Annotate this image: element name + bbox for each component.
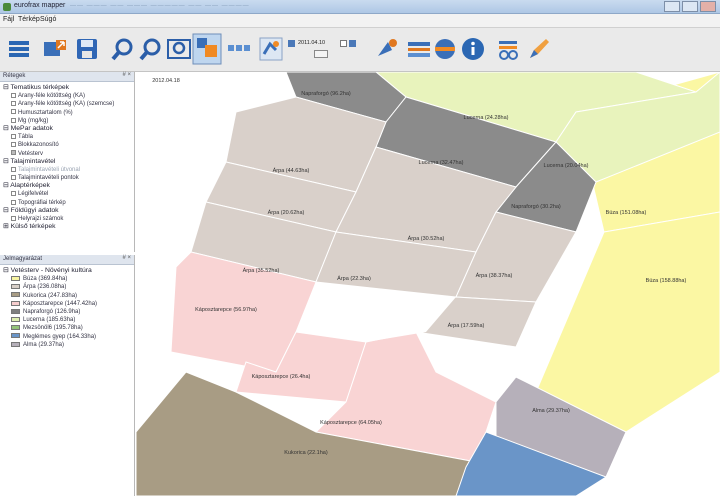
legend-item: Árpa (236.08ha) <box>3 283 132 291</box>
map-date-label: 2012.04.18 <box>152 78 180 84</box>
parcel-label: Napraforgó (96.2ha) <box>301 91 351 97</box>
layer-group-basemaps[interactable]: ⊟ Alaptérképek <box>3 182 132 190</box>
menu-bar: Fájl Térkép Súgó <box>0 14 720 28</box>
measure-icon[interactable] <box>496 36 522 62</box>
zoom-extent-icon[interactable] <box>166 36 192 62</box>
add-layer-icon[interactable] <box>42 36 68 62</box>
map-canvas[interactable]: 2012.04.18 Napraforgó (96.2ha) Lucerna (… <box>136 72 720 496</box>
edit-icon[interactable] <box>526 36 552 62</box>
hide-layer-icon[interactable] <box>432 36 458 62</box>
close-button[interactable] <box>700 1 716 12</box>
parcel-label: Alma (29.37ha) <box>532 408 570 414</box>
app-icon <box>3 3 11 11</box>
title-bar: eurofrax mapper —— ——— —— ——— ————— —— —… <box>0 0 720 14</box>
layer-item[interactable]: Blokkazonosító <box>3 141 132 149</box>
maximize-button[interactable] <box>682 1 698 12</box>
legend-item: Káposztarepce (1447.42ha) <box>3 300 132 308</box>
pan-icon[interactable] <box>258 36 284 62</box>
layer-item[interactable]: Helyrajzi számok <box>3 215 132 223</box>
layers-panel: Rétegek # × ⊟ Tematikus térképek Arany-f… <box>0 72 135 252</box>
layers-tree: ⊟ Tematikus térképek Arany-féle kötöttsé… <box>0 82 134 231</box>
layers-panel-title: Rétegek <box>3 73 26 79</box>
menu-help[interactable]: Súgó <box>40 16 56 23</box>
layer-group-external[interactable]: ⊞ Külső térképek <box>3 223 132 231</box>
layer-item[interactable]: Topográfiai térkép <box>3 199 132 207</box>
arrow-icon[interactable] <box>374 36 400 62</box>
calendar-icon <box>288 40 295 47</box>
legend-panel: Jelmagyarázat # × ⊟ Vetésterv - Növényi … <box>0 255 135 496</box>
legend-item: Búza (369.84ha) <box>3 275 132 283</box>
parcel-label: Lucerna (32.47ha) <box>419 160 464 166</box>
layer-group-mepar[interactable]: ⊟ MePar adatok <box>3 125 132 133</box>
legend-panel-header: Jelmagyarázat # × <box>0 255 134 265</box>
parcel-label: Lucerna (20.04ha) <box>544 163 589 169</box>
parcel-label: Káposztarepce (64.05ha) <box>320 420 382 426</box>
layer-item[interactable]: Légifelvétel <box>3 190 132 198</box>
parcel-label: Káposztarepce (26.4ha) <box>252 374 311 380</box>
minimize-button[interactable] <box>664 1 680 12</box>
parcel-label: Káposztarepce (56.97ha) <box>195 307 257 313</box>
date-value: 2011.04.10 <box>298 40 326 46</box>
legend-panel-close-button[interactable]: # × <box>122 255 131 261</box>
layer-item[interactable]: Arany-féle kötöttség (KA) <box>3 92 132 100</box>
legend-item: Lucerna (185.63ha) <box>3 316 132 324</box>
legend-item: Kukorica (247.83ha) <box>3 292 132 300</box>
grid-icon[interactable] <box>226 36 252 62</box>
legend-panel-title: Jelmagyarázat <box>3 256 43 262</box>
layer-group-thematic[interactable]: ⊟ Tematikus térképek <box>3 84 132 92</box>
layers-panel-header: Rétegek # × <box>0 72 134 82</box>
layer-item[interactable]: Vetésterv <box>3 150 132 158</box>
parcel-label: Árpa (20.62ha) <box>268 209 305 216</box>
app-window: eurofrax mapper —— ——— —— ——— ————— —— —… <box>0 0 720 496</box>
layers-panel-close-button[interactable]: # × <box>122 72 131 78</box>
parcel-label: Árpa (38.37ha) <box>476 272 513 279</box>
attribute-table-icon[interactable] <box>406 36 432 62</box>
menu-map[interactable]: Térkép <box>18 16 40 23</box>
parcel-label: Árpa (22.3ha) <box>337 275 371 282</box>
menu-file[interactable]: Fájl <box>3 16 14 23</box>
layer-item[interactable]: Mg (mg/kg) <box>3 117 132 125</box>
date-picker[interactable]: 2011.04.10 <box>288 40 360 60</box>
layer-item[interactable]: Tábla <box>3 133 132 141</box>
parcel-label: Búza (158.88ha) <box>646 278 687 284</box>
legend-item: Alma (29.37ha) <box>3 341 132 349</box>
parcel-label: Búza (151.08ha) <box>606 210 647 216</box>
toolbar: 2011.04.10 <box>0 28 720 72</box>
save-icon[interactable] <box>74 36 100 62</box>
layer-group-soil-sampling[interactable]: ⊟ Talajmintavétel <box>3 158 132 166</box>
legend-item: Meglémes gyep (164.33ha) <box>3 333 132 341</box>
date-next-button[interactable] <box>349 40 356 47</box>
map-svg[interactable]: 2012.04.18 Napraforgó (96.2ha) Lucerna (… <box>136 72 720 496</box>
parcel-label: Kukorica (22.1ha) <box>284 450 328 456</box>
date-apply-button[interactable] <box>314 50 328 58</box>
parcel-label: Árpa (44.63ha) <box>273 167 310 174</box>
legend-item: Napraforgó (126.9ha) <box>3 308 132 316</box>
layer-item[interactable]: Talajmintavételi útvonal <box>3 166 132 174</box>
zoom-in-icon[interactable] <box>110 36 136 62</box>
layer-item[interactable]: Humusztartalom (%) <box>3 109 132 117</box>
list-icon[interactable] <box>6 36 32 62</box>
parcel-label: Napraforgó (30.2ha) <box>511 204 561 210</box>
layer-group-land-registry[interactable]: ⊟ Földügyi adatok <box>3 207 132 215</box>
legend-tree: ⊟ Vetésterv - Növényi kultúra Búza (369.… <box>0 265 134 349</box>
parcel-label: Árpa (35.52ha) <box>243 267 280 274</box>
zoom-out-icon[interactable] <box>138 36 164 62</box>
parcel-label: Árpa (17.59ha) <box>448 322 485 329</box>
parcel-label: Lucerna (24.28ha) <box>464 115 509 121</box>
layer-item[interactable]: Arany-féle kötöttség (KA) (szemcse) <box>3 100 132 108</box>
parcel-label: Árpa (30.52ha) <box>408 235 445 242</box>
info-icon[interactable] <box>460 36 486 62</box>
legend-root[interactable]: ⊟ Vetésterv - Növényi kultúra <box>3 267 132 275</box>
window-title: eurofrax mapper <box>14 2 66 9</box>
legend-item: Mezsönöl6 (195.78ha) <box>3 324 132 332</box>
layer-item[interactable]: Talajmintavételi pontok <box>3 174 132 182</box>
date-prev-button[interactable] <box>340 40 347 47</box>
title-bar-faint-text: —— ——— —— ——— ————— —— —— ———— <box>70 3 250 9</box>
layer-select-icon[interactable] <box>192 33 222 65</box>
